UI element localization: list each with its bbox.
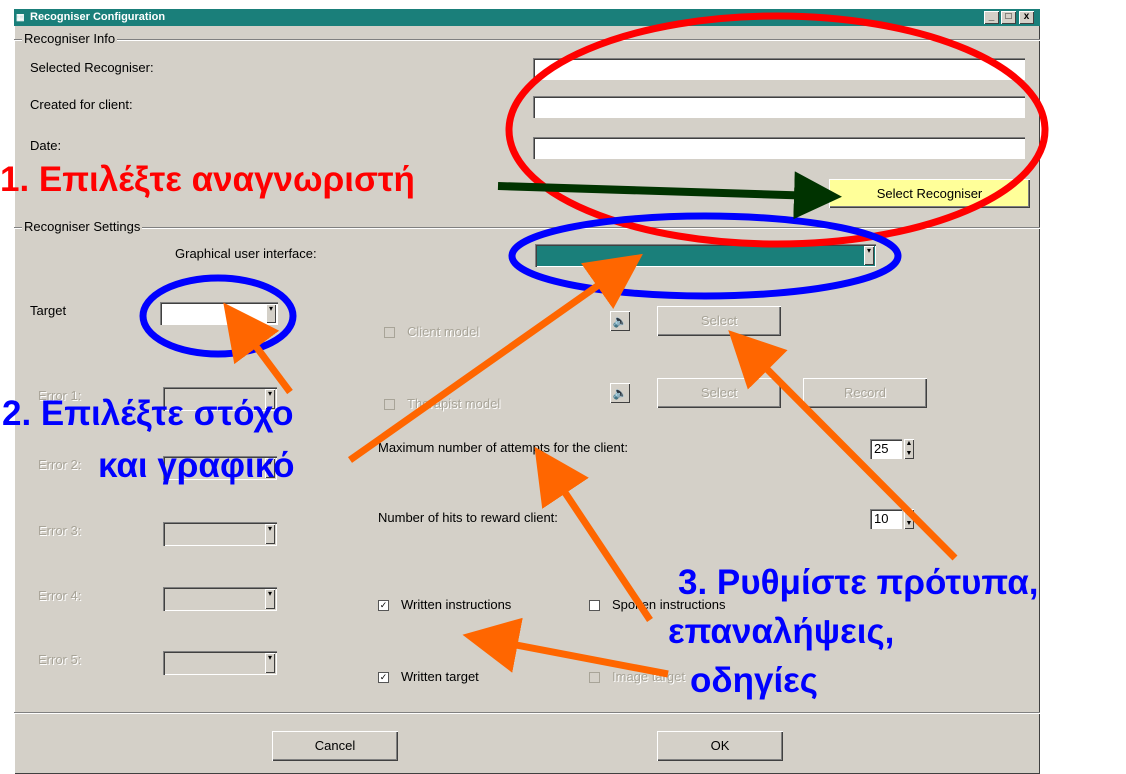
arrow-step3-attempts <box>534 446 653 622</box>
annotation-step3-line2: επαναλήψεις, <box>668 612 895 651</box>
annotation-step2-line2: και γραφικό <box>98 446 295 485</box>
arrow-step3-select <box>728 330 958 561</box>
annotation-step2-line1: 2. Επιλέξτε στόχο <box>2 394 294 433</box>
highlight-recogniser-info <box>505 12 1049 248</box>
arrow-step3-instructions <box>462 617 669 678</box>
annotation-step3-line3: οδηγίες <box>690 661 818 700</box>
arrow-step2-gui <box>347 253 643 463</box>
annotation-step1: 1. Επιλέξτε αναγνωριστή <box>0 160 415 199</box>
highlight-gui-combo <box>508 212 902 300</box>
annotation-overlay <box>139 12 1049 678</box>
arrow-step1 <box>497 171 842 220</box>
annotation-step3-line1: 3. Ρυθμίστε πρότυπα, <box>678 563 1039 602</box>
highlight-target-combo <box>139 274 297 358</box>
